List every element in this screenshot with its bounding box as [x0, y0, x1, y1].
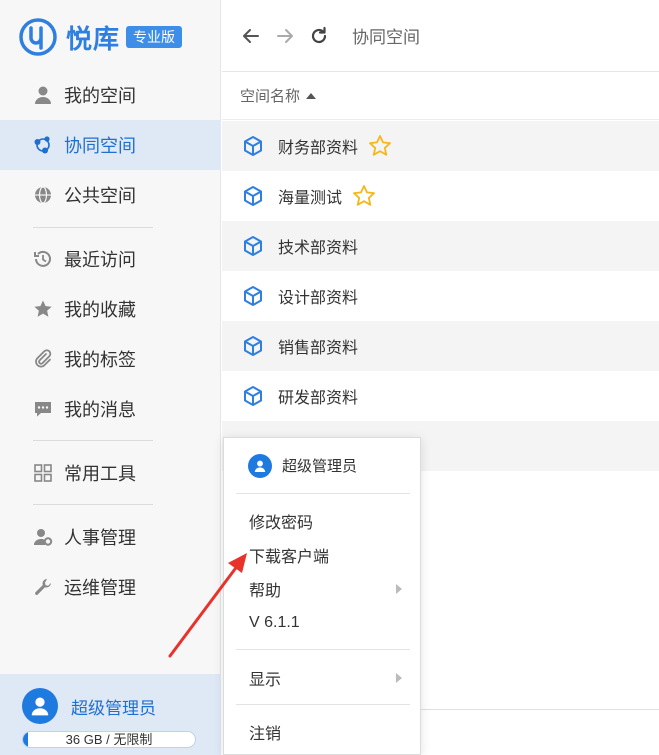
- menu-item-label: 修改密码: [249, 515, 314, 532]
- divider: [420, 709, 659, 710]
- menu-item-logout[interactable]: 注销: [224, 715, 420, 749]
- globe-icon: [32, 184, 54, 206]
- list-item[interactable]: 研发部资料: [222, 371, 659, 421]
- app-logo[interactable]: 悦库 专业版: [18, 16, 183, 58]
- sidebar-item-collab-space[interactable]: 协同空间: [0, 120, 221, 170]
- menu-divider: [236, 649, 410, 650]
- refresh-icon: [311, 26, 327, 43]
- menu-item-help[interactable]: 帮助: [224, 572, 420, 606]
- space-cube-icon: [244, 386, 262, 406]
- space-name: 研发部资料: [278, 390, 359, 407]
- sidebar-item-recent[interactable]: 最近访问: [0, 234, 221, 284]
- menu-item-label: 注销: [249, 726, 282, 743]
- sidebar-item-label: 协同空间: [64, 136, 136, 156]
- menu-item-label: 下载客户端: [249, 549, 330, 566]
- space-cube-icon: [244, 136, 262, 156]
- menu-item-label: 显示: [249, 672, 282, 689]
- sidebar-divider: [33, 504, 153, 505]
- chevron-right-icon: [396, 584, 402, 594]
- space-name: 设计部资料: [278, 290, 359, 307]
- sidebar-item-public-space[interactable]: 公共空间: [0, 170, 221, 220]
- user-footer: 超级管理员 36 GB / 无限制: [0, 674, 221, 755]
- history-icon: [32, 248, 54, 270]
- user-icon: [32, 84, 54, 106]
- current-user[interactable]: 超级管理员: [22, 688, 156, 724]
- user-menu-name: 超级管理员: [282, 458, 358, 475]
- space-cube-icon: [244, 336, 262, 356]
- sidebar-item-hr[interactable]: 人事管理: [0, 512, 221, 562]
- menu-divider: [236, 704, 410, 705]
- list-item[interactable]: 财务部资料: [222, 121, 659, 171]
- user-settings-icon: [32, 526, 54, 548]
- list-item[interactable]: 销售部资料: [222, 321, 659, 371]
- sidebar-item-label: 我的消息: [64, 400, 136, 420]
- sidebar-item-label: 最近访问: [64, 250, 136, 270]
- space-name: 海量测试: [278, 190, 343, 207]
- sidebar-item-ops[interactable]: 运维管理: [0, 562, 221, 612]
- edition-badge: 专业版: [126, 26, 183, 48]
- share-network-icon: [32, 134, 54, 156]
- user-avatar-icon: [31, 697, 49, 716]
- menu-item-label: 帮助: [249, 583, 282, 600]
- space-name: 销售部资料: [278, 340, 359, 357]
- user-avatar-icon: [254, 460, 266, 472]
- avatar[interactable]: [22, 688, 58, 724]
- message-icon: [32, 398, 54, 420]
- logo-icon: [19, 18, 57, 56]
- sidebar-item-favorites[interactable]: 我的收藏: [0, 284, 221, 334]
- paperclip-icon: [32, 348, 54, 370]
- space-name: 技术部资料: [278, 240, 359, 257]
- sidebar-item-label: 人事管理: [64, 528, 136, 548]
- arrow-left-icon: [243, 28, 259, 43]
- menu-divider: [236, 493, 410, 494]
- toolbar: 协同空间: [222, 0, 659, 72]
- sidebar-divider: [33, 227, 153, 228]
- sidebar-item-label: 我的空间: [64, 86, 136, 106]
- star-icon: [32, 298, 54, 320]
- menu-item-change-password[interactable]: 修改密码: [224, 504, 420, 538]
- forward-button[interactable]: [274, 25, 296, 47]
- grid-icon: [32, 462, 54, 484]
- sidebar-item-messages[interactable]: 我的消息: [0, 384, 221, 434]
- space-name: 财务部资料: [278, 140, 359, 157]
- sidebar-item-label: 运维管理: [64, 578, 136, 598]
- back-button[interactable]: [240, 25, 262, 47]
- avatar: [248, 453, 272, 478]
- sidebar-item-tags[interactable]: 我的标签: [0, 334, 221, 384]
- list-item[interactable]: 海量测试: [222, 171, 659, 221]
- breadcrumb[interactable]: 协同空间: [352, 23, 420, 48]
- sidebar-item-label: 常用工具: [64, 464, 136, 484]
- menu-item-version: V 6.1.1: [224, 606, 420, 640]
- chevron-right-icon: [396, 673, 402, 683]
- sidebar-item-label: 公共空间: [64, 186, 136, 206]
- list-item[interactable]: 设计部资料: [222, 271, 659, 321]
- favorite-star-icon[interactable]: [368, 134, 392, 158]
- space-cube-icon: [244, 186, 262, 206]
- sidebar-item-label: 我的收藏: [64, 300, 136, 320]
- sort-ascending-icon: [306, 92, 317, 99]
- storage-text: 36 GB / 无限制: [65, 732, 153, 747]
- menu-item-display[interactable]: 显示: [224, 661, 420, 695]
- sidebar-item-my-space[interactable]: 我的空间: [0, 70, 221, 120]
- sidebar-divider: [33, 440, 153, 441]
- sidebar-item-label: 我的标签: [64, 350, 136, 370]
- arrow-right-icon: [277, 28, 293, 43]
- user-menu-header: 超级管理员: [224, 438, 420, 493]
- sidebar-item-tools[interactable]: 常用工具: [0, 448, 221, 498]
- wrench-icon: [32, 576, 54, 598]
- list-item[interactable]: 技术部资料: [222, 221, 659, 271]
- menu-item-label: V 6.1.1: [249, 614, 300, 631]
- column-header-label: 空间名称: [240, 88, 301, 105]
- user-name: 超级管理员: [71, 698, 156, 718]
- space-cube-icon: [244, 286, 262, 306]
- refresh-button[interactable]: [308, 25, 330, 47]
- sidebar: 悦库 专业版 我的空间 协同空间 公共空间 最近访问 我的收藏 我的标签 我的消…: [0, 0, 221, 755]
- column-header-name[interactable]: 空间名称: [222, 72, 659, 120]
- favorite-star-icon[interactable]: [352, 184, 376, 208]
- space-cube-icon: [244, 236, 262, 256]
- menu-item-download-client[interactable]: 下载客户端: [224, 538, 420, 572]
- logo-text: 悦库: [66, 23, 121, 54]
- storage-bar: 36 GB / 无限制: [22, 731, 196, 748]
- user-menu: 超级管理员 修改密码 下载客户端 帮助 V 6.1.1 显示 注销: [223, 437, 421, 755]
